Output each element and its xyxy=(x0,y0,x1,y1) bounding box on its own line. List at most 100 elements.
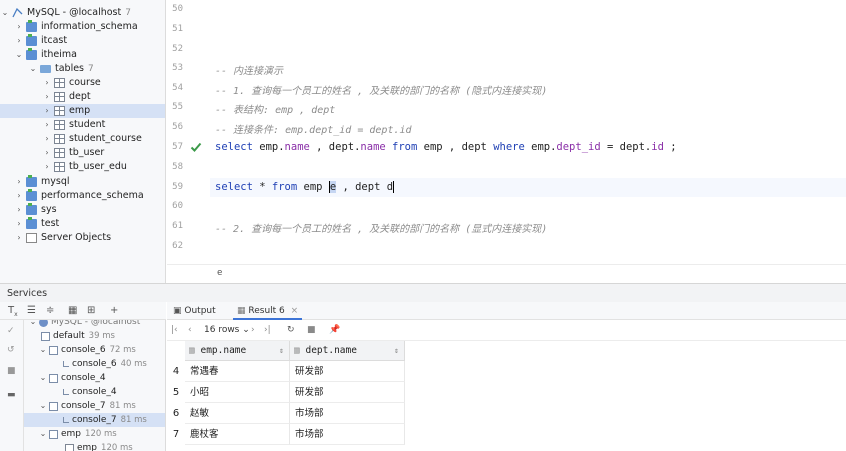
table-cell[interactable]: 研发部 xyxy=(290,382,405,403)
schema-icon xyxy=(26,48,37,60)
schema-icon xyxy=(26,34,37,46)
table-cell[interactable]: 市场部 xyxy=(290,424,405,445)
tree-node-table[interactable]: › course xyxy=(0,76,165,90)
chevron-right-icon[interactable]: › xyxy=(42,160,52,174)
tx-icon[interactable]: Tx xyxy=(8,305,18,321)
code-token: emp , dept xyxy=(417,141,494,153)
rows-selector[interactable]: 16 rows ⌄ xyxy=(204,325,250,336)
tree-node-schema[interactable]: › performance_schema xyxy=(0,189,165,203)
service-node[interactable]: emp 120 ms xyxy=(24,441,165,451)
chevron-down-icon[interactable]: ⌄ xyxy=(28,62,38,76)
table-cell[interactable]: 赵敏 xyxy=(185,403,290,424)
chevron-right-icon[interactable]: › xyxy=(42,90,52,104)
group-icon[interactable]: ▦ xyxy=(68,305,77,317)
sql-field: dept_id xyxy=(556,141,601,153)
chevron-right-icon[interactable]: › xyxy=(42,76,52,90)
folder-icon xyxy=(40,65,51,73)
stop-icon[interactable]: ■ xyxy=(7,366,16,376)
service-node-label: console_6 xyxy=(61,345,106,355)
tree-node-table[interactable]: › tb_user xyxy=(0,146,165,160)
stop-icon[interactable]: ■ xyxy=(307,325,316,336)
chevron-down-icon[interactable]: ⌄ xyxy=(0,6,10,20)
schema-icon xyxy=(26,189,37,201)
tree-node-table[interactable]: › tb_user_edu xyxy=(0,160,165,174)
tree-node-tables-folder[interactable]: ⌄ tables 7 xyxy=(0,62,165,76)
table-cell[interactable]: 研发部 xyxy=(290,361,405,382)
service-node[interactable]: ⌄ console_4 xyxy=(24,371,165,385)
service-node-root[interactable]: ⌄ MySQL - @localhost xyxy=(24,320,165,329)
service-node-label: console_4 xyxy=(72,387,117,397)
tree-node-schema[interactable]: › information_schema xyxy=(0,20,165,34)
service-node[interactable]: ⌄ console_7 81 ms xyxy=(24,399,165,413)
tree-node-root[interactable]: ⌄ MySQL - @localhost 7 xyxy=(0,6,165,20)
sort-icon[interactable]: ⇕ xyxy=(394,341,399,361)
chevron-right-icon[interactable]: › xyxy=(42,104,52,118)
chevron-right-icon[interactable]: › xyxy=(14,217,24,231)
previous-page-icon[interactable]: ‹ xyxy=(188,325,192,336)
tab-result[interactable]: ▦ Result 6 × xyxy=(233,302,303,320)
commit-check-icon[interactable]: ✓ xyxy=(7,326,15,336)
sql-editor[interactable]: 50 51 52 53 54 55 56 57 58 59 60 61 62 -… xyxy=(167,0,846,283)
tree-node-table[interactable]: › dept xyxy=(0,90,165,104)
chevron-right-icon[interactable]: › xyxy=(14,175,24,189)
chevron-right-icon[interactable]: › xyxy=(14,20,24,34)
column-header-dept-name[interactable]: ▥ dept.name ⇕ xyxy=(290,341,405,361)
expand-all-icon[interactable]: ☰ xyxy=(27,305,36,317)
service-node-selected[interactable]: console_7 81 ms xyxy=(24,413,165,427)
chevron-right-icon[interactable]: › xyxy=(42,146,52,160)
chevron-right-icon[interactable]: › xyxy=(14,189,24,203)
service-node[interactable]: console_6 40 ms xyxy=(24,357,165,371)
add-icon[interactable]: + xyxy=(110,305,118,317)
tree-node-schema[interactable]: › itcast xyxy=(0,34,165,48)
close-icon[interactable]: × xyxy=(291,306,299,316)
column-icon: ▥ xyxy=(294,345,300,356)
chevron-down-icon[interactable]: ⌄ xyxy=(38,343,48,357)
sql-keyword: select xyxy=(215,181,253,193)
table-cell[interactable]: 常遇春 xyxy=(185,361,290,382)
tree-node-table[interactable]: › student_course xyxy=(0,132,165,146)
service-node[interactable]: ⌄ emp 120 ms xyxy=(24,427,165,441)
chevron-right-icon[interactable]: › xyxy=(14,231,24,245)
last-page-icon[interactable]: ›| xyxy=(264,325,271,336)
chevron-down-icon[interactable]: ⌄ xyxy=(38,427,48,441)
collapse-all-icon[interactable]: ≑ xyxy=(46,305,54,317)
chevron-right-icon[interactable]: › xyxy=(42,118,52,132)
chevron-down-icon[interactable]: ⌄ xyxy=(14,48,24,62)
rollback-icon[interactable]: ↺ xyxy=(7,345,15,355)
filter-icon[interactable]: ⊞ xyxy=(87,305,95,317)
service-node[interactable]: default 39 ms xyxy=(24,329,165,343)
sql-field: name xyxy=(360,141,386,153)
chevron-right-icon[interactable]: › xyxy=(42,132,52,146)
service-node[interactable]: console_4 xyxy=(24,385,165,399)
sql-keyword: from xyxy=(271,181,298,193)
tree-node-server-objects[interactable]: › Server Objects xyxy=(0,231,165,245)
sort-icon[interactable]: ⇕ xyxy=(279,341,284,361)
chevron-right-icon[interactable]: › xyxy=(14,203,24,217)
chevron-down-icon[interactable]: ⌄ xyxy=(38,371,48,385)
tree-node-label: tables xyxy=(55,63,85,74)
first-page-icon[interactable]: |‹ xyxy=(171,325,178,336)
layout-icon[interactable]: ▬ xyxy=(7,390,16,400)
tree-node-schema[interactable]: › mysql xyxy=(0,175,165,189)
tree-node-schema[interactable]: › sys xyxy=(0,203,165,217)
table-cell[interactable]: 市场部 xyxy=(290,403,405,424)
refresh-icon[interactable]: ↻ xyxy=(287,325,295,336)
tree-node-schema[interactable]: › test xyxy=(0,217,165,231)
tree-node-label: mysql xyxy=(41,176,70,187)
chevron-right-icon[interactable]: › xyxy=(14,34,24,48)
line-number: 62 xyxy=(172,241,183,251)
chevron-down-icon[interactable]: ⌄ xyxy=(28,320,38,329)
next-page-icon[interactable]: › xyxy=(251,325,255,336)
tree-node-table-selected[interactable]: › emp xyxy=(0,104,165,118)
chevron-down-icon[interactable]: ⌄ xyxy=(38,399,48,413)
pin-icon[interactable]: 📌 xyxy=(329,325,340,336)
tab-output[interactable]: ▣ Output xyxy=(169,302,220,320)
console-icon xyxy=(49,429,58,439)
service-node[interactable]: ⌄ console_6 72 ms xyxy=(24,343,165,357)
table-cell[interactable]: 小昭 xyxy=(185,382,290,403)
table-cell[interactable]: 鹿杖客 xyxy=(185,424,290,445)
service-node-label: console_6 xyxy=(72,359,117,369)
tree-node-schema[interactable]: ⌄ itheima xyxy=(0,48,165,62)
tree-node-table[interactable]: › student xyxy=(0,118,165,132)
column-header-emp-name[interactable]: ▥ emp.name ⇕ xyxy=(185,341,290,361)
